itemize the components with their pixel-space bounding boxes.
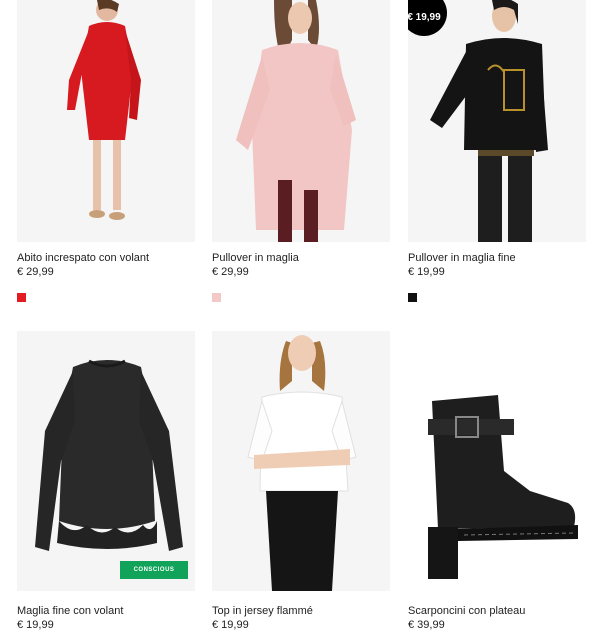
product-image[interactable] — [408, 331, 586, 591]
product-name[interactable]: Pullover in maglia fine — [408, 252, 586, 265]
product-price: € 39,99 — [408, 619, 445, 631]
product-name[interactable]: Maglia fine con volant — [17, 605, 195, 618]
red-dress-image — [17, 0, 195, 242]
product-image[interactable] — [212, 0, 390, 242]
color-swatch[interactable] — [408, 293, 417, 302]
product-card[interactable]: Top in jersey flammé € 19,99 — [212, 331, 390, 632]
product-card[interactable]: Pullover in maglia € 29,99 — [212, 0, 390, 302]
color-swatch[interactable] — [212, 293, 221, 302]
product-name[interactable]: Scarponcini con plateau — [408, 605, 586, 618]
product-price: € 19,99 — [17, 619, 54, 631]
product-card[interactable]: € 19,99 Pullover in maglia fine € 19,99 — [408, 0, 586, 302]
black-ruffle-sweater-image — [17, 331, 195, 591]
product-card[interactable]: Scarponcini con plateau € 39,99 — [408, 331, 586, 632]
product-card[interactable]: Abito increspato con volant € 29,99 — [17, 0, 195, 302]
product-image[interactable]: CONSCIOUS — [17, 331, 195, 591]
product-card[interactable]: CONSCIOUS Maglia fine con volant € 19,99 — [17, 331, 195, 632]
product-image[interactable]: € 19,99 — [408, 0, 586, 242]
product-name[interactable]: Abito increspato con volant — [17, 252, 195, 265]
product-price: € 19,99 — [408, 266, 445, 278]
product-price: € 29,99 — [17, 266, 54, 278]
product-name[interactable]: Top in jersey flammé — [212, 605, 390, 618]
product-price: € 29,99 — [212, 266, 249, 278]
pink-pullover-image — [212, 0, 390, 242]
black-pullover-image — [408, 0, 586, 242]
white-top-image — [212, 331, 390, 591]
color-swatch[interactable] — [17, 293, 26, 302]
product-image[interactable] — [17, 0, 195, 242]
product-name[interactable]: Pullover in maglia — [212, 252, 390, 265]
product-image[interactable] — [212, 331, 390, 591]
black-boot-image — [408, 331, 586, 591]
product-price: € 19,99 — [212, 619, 249, 631]
conscious-label: CONSCIOUS — [120, 561, 188, 579]
